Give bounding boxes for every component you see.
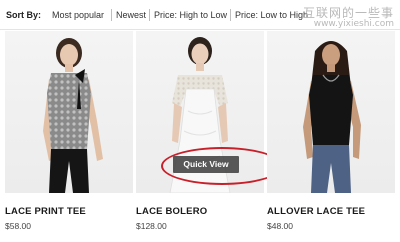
product-name[interactable]: ALLOVER LACE TEE [267, 206, 365, 217]
product-card-lace-print-tee[interactable]: LACE PRINT TEE $58.00 [5, 31, 133, 242]
model-photo [43, 38, 103, 193]
sort-option-most-popular[interactable]: Most popular [52, 10, 104, 20]
sort-option-price-high-low[interactable]: Price: High to Low [154, 10, 227, 20]
product-price: $58.00 [5, 221, 31, 231]
model-photo [303, 41, 361, 193]
sort-bar: Sort By: Most popular Newest Price: High… [0, 0, 400, 30]
product-price: $128.00 [136, 221, 167, 231]
sort-separator [230, 9, 231, 21]
sort-option-newest[interactable]: Newest [116, 10, 146, 20]
sort-separator [111, 9, 112, 21]
sort-option-price-low-high[interactable]: Price: Low to High [235, 10, 308, 20]
product-card-lace-bolero[interactable]: Quick View LACE BOLERO $128.00 [136, 31, 283, 242]
product-image[interactable] [267, 31, 395, 193]
product-card-allover-lace-tee[interactable]: ALLOVER LACE TEE $48.00 [267, 31, 395, 242]
quick-view-button[interactable]: Quick View [173, 156, 239, 173]
watermark-url: www.yixieshi.com [313, 19, 394, 29]
product-price: $48.00 [267, 221, 293, 231]
sort-separator [149, 9, 150, 21]
product-image[interactable] [5, 31, 133, 193]
product-name[interactable]: LACE BOLERO [136, 206, 207, 217]
sort-by-label: Sort By: [6, 10, 42, 20]
product-name[interactable]: LACE PRINT TEE [5, 206, 86, 217]
